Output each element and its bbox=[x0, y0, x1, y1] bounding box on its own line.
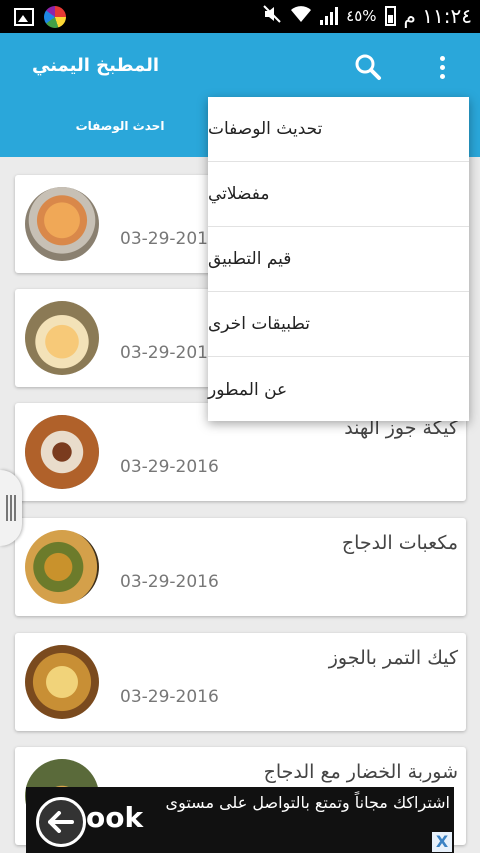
recipe-date: 03-29-2016 bbox=[120, 687, 219, 707]
menu-item-label: عن المطور bbox=[208, 379, 288, 400]
ad-close-button[interactable]: X bbox=[432, 832, 452, 852]
menu-item-refresh-recipes[interactable]: تحديث الوصفات bbox=[208, 97, 469, 162]
ad-text: اشتراكك مجاناً وتمتع بالتواصل على مستوى bbox=[165, 793, 450, 812]
search-button[interactable] bbox=[352, 51, 384, 83]
battery-percent: ٤٥% bbox=[346, 7, 377, 25]
recipe-card[interactable]: كيك التمر بالجوز 03-29-2016 bbox=[15, 633, 466, 731]
signal-icon bbox=[320, 7, 339, 25]
recipe-title: كيك التمر بالجوز bbox=[328, 647, 458, 669]
back-arrow-icon bbox=[36, 797, 86, 847]
app-title: المطبخ اليمني bbox=[32, 55, 160, 76]
image-notification-icon bbox=[14, 8, 34, 26]
recipe-thumbnail bbox=[25, 415, 99, 489]
clock: ١١:٢٤ م bbox=[403, 4, 472, 28]
recipe-title: مكعبات الدجاج bbox=[341, 532, 458, 554]
drawer-handle[interactable] bbox=[0, 470, 22, 546]
overflow-menu-button[interactable] bbox=[432, 51, 452, 83]
menu-item-label: مفضلاتي bbox=[208, 184, 270, 204]
search-icon bbox=[355, 54, 381, 80]
recipe-thumbnail bbox=[25, 187, 99, 261]
recipe-thumbnail bbox=[25, 301, 99, 375]
overflow-menu: تحديث الوصفات مفضلاتي قيم التطبيق تطبيقا… bbox=[208, 97, 469, 421]
ad-banner[interactable]: ook اشتراكك مجاناً وتمتع بالتواصل على مس… bbox=[26, 787, 454, 853]
battery-icon bbox=[384, 6, 396, 26]
menu-item-other-apps[interactable]: تطبيقات اخرى bbox=[208, 292, 469, 357]
app-notification-icon bbox=[44, 6, 66, 28]
recipe-date: 03-29-2016 bbox=[120, 572, 219, 592]
wifi-icon bbox=[290, 5, 312, 27]
recipe-date: 03-29-2016 bbox=[120, 229, 219, 249]
menu-item-rate-app[interactable]: قيم التطبيق bbox=[208, 227, 469, 292]
recipe-title: شوربة الخضار مع الدجاج bbox=[263, 761, 458, 783]
menu-item-label: تحديث الوصفات bbox=[208, 119, 323, 139]
menu-item-label: قيم التطبيق bbox=[208, 249, 292, 269]
recipe-date: 03-29-2016 bbox=[120, 343, 219, 363]
menu-item-about-developer[interactable]: عن المطور bbox=[208, 357, 469, 422]
recipe-thumbnail bbox=[25, 530, 99, 604]
menu-item-label: تطبيقات اخرى bbox=[208, 314, 311, 334]
recipe-date: 03-29-2016 bbox=[120, 457, 219, 477]
ad-brand-text: ook bbox=[86, 801, 144, 834]
recipe-card[interactable]: مكعبات الدجاج 03-29-2016 bbox=[15, 518, 466, 616]
mute-icon bbox=[262, 4, 282, 28]
menu-dot bbox=[439, 55, 445, 61]
menu-item-favorites[interactable]: مفضلاتي bbox=[208, 162, 469, 227]
tab-latest-recipes[interactable]: احدث الوصفات bbox=[50, 119, 190, 133]
status-bar: ٤٥% ١١:٢٤ م bbox=[0, 0, 480, 33]
menu-dot bbox=[439, 73, 445, 79]
recipe-thumbnail bbox=[25, 645, 99, 719]
menu-dot bbox=[439, 64, 445, 70]
